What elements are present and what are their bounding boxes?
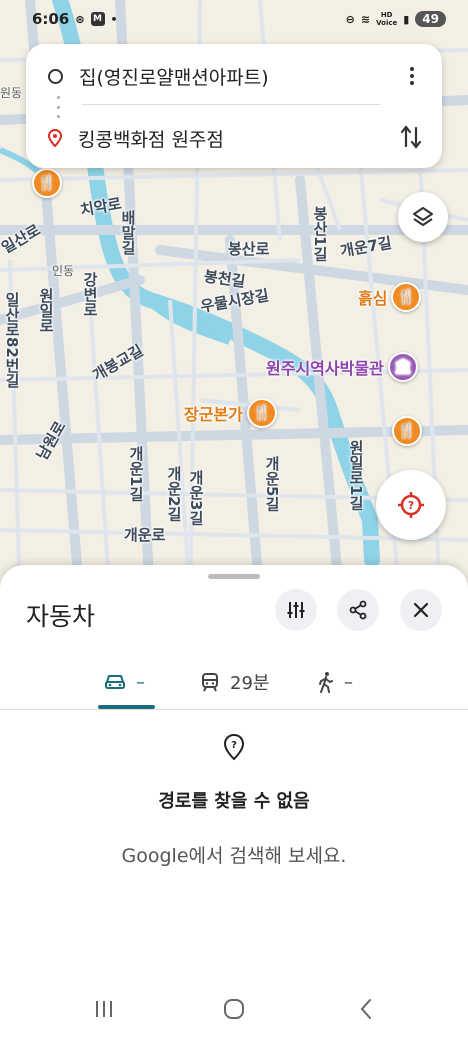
close-button[interactable] xyxy=(400,589,442,631)
area-label: 인동 xyxy=(52,264,75,278)
layers-icon xyxy=(413,207,433,226)
restaurant-icon: 🍴 xyxy=(391,282,422,312)
recent-apps-button[interactable] xyxy=(84,994,124,1024)
active-tab-indicator xyxy=(98,705,155,709)
tab-walk-time: – xyxy=(344,671,353,693)
tune-icon xyxy=(287,602,305,618)
my-location-icon: ? xyxy=(398,492,424,518)
road-label: 개운2길 xyxy=(165,466,183,522)
museum-icon: 🏛 xyxy=(387,352,418,382)
road-label: 봉산1길 xyxy=(311,206,329,262)
area-label: 원동 xyxy=(0,86,23,100)
travel-mode-tabs: – 29분 – xyxy=(0,655,468,710)
tab-transit[interactable]: 29분 xyxy=(200,655,269,709)
route-card: 집(영진로얄맨션아파트) 킹콩백화점 원주점 xyxy=(26,44,442,168)
battery-icon: 49 xyxy=(415,11,446,27)
hd-voice-icon: HD Voice xyxy=(376,11,397,27)
road-label: 개운3길 xyxy=(187,470,205,526)
road-label: 강변로 xyxy=(81,272,99,317)
share-button[interactable] xyxy=(337,589,379,631)
svg-text:?: ? xyxy=(408,499,414,512)
restaurant-marker[interactable]: 🍴 xyxy=(32,168,62,198)
route-options-button[interactable] xyxy=(275,589,317,631)
home-button[interactable] xyxy=(214,994,254,1024)
poi-label: 장군본가 xyxy=(184,405,243,424)
m-badge-icon: M xyxy=(90,12,105,26)
my-location-button[interactable]: ? xyxy=(376,470,446,540)
route-dots-icon xyxy=(56,96,60,118)
origin-circle-icon xyxy=(48,68,63,84)
no-route-subtitle: Google에서 검색해 보세요. xyxy=(121,845,347,867)
question-pin-icon: ? xyxy=(223,733,245,761)
poi-label: 흙심 xyxy=(358,289,388,308)
back-button[interactable] xyxy=(346,994,386,1024)
road-label: 원일로1길 xyxy=(347,440,365,511)
status-time: 6:06 xyxy=(32,10,70,28)
poi-museum[interactable]: 원주시역사박물관 🏛 xyxy=(266,352,418,382)
tab-drive[interactable]: – xyxy=(104,655,145,709)
layers-button[interactable] xyxy=(398,192,448,242)
tab-transit-time: 29분 xyxy=(230,673,270,694)
road-label: 일산로82번길 xyxy=(3,292,21,388)
restaurant-icon: 🍴 xyxy=(392,416,422,446)
origin-field[interactable]: 집(영진로얄맨션아파트) xyxy=(48,58,388,94)
road-label: 개운로 xyxy=(124,526,166,544)
divider xyxy=(82,104,380,105)
train-icon xyxy=(202,673,218,692)
svg-text:?: ? xyxy=(231,740,237,751)
tab-walk[interactable]: – xyxy=(318,655,353,709)
walk-icon xyxy=(319,672,333,693)
restaurant-icon: 🍴 xyxy=(32,168,62,198)
back-icon xyxy=(360,999,371,1019)
no-route-title: 경로를 찾을 수 없음 xyxy=(158,791,310,812)
swap-icon xyxy=(400,125,422,149)
sheet-drag-handle[interactable] xyxy=(208,574,260,579)
do-not-disturb-icon: ⊖ xyxy=(345,12,355,26)
road-label: 개운5길 xyxy=(263,456,281,512)
more-options-button[interactable] xyxy=(400,62,424,90)
share-icon xyxy=(349,600,367,620)
restaurant-marker[interactable]: 🍴 xyxy=(392,416,422,446)
poi-label: 원주시역사박물관 xyxy=(266,359,384,378)
notification-icon: ⊛ xyxy=(75,12,85,26)
road-label: 배말길 xyxy=(119,210,137,255)
directions-sheet: 자동차 – 29분 – ? 경로를 찾을 수 없음 Google에서 검색해 보… xyxy=(0,565,468,1040)
home-icon xyxy=(224,999,244,1019)
origin-text: 집(영진로얄맨션아파트) xyxy=(79,66,269,89)
road-label: 봉산로 xyxy=(228,240,270,258)
road-label: 원일로 xyxy=(37,288,55,333)
status-bar: 6:06 ⊛ M • ⊖ ≋ HD Voice ▮ 49 xyxy=(0,0,468,38)
poi-janggunbonga[interactable]: 장군본가 🍴 xyxy=(184,398,277,428)
car-icon xyxy=(105,675,125,689)
dot-icon: • xyxy=(110,12,118,26)
sheet-title: 자동차 xyxy=(26,602,96,631)
destination-pin-icon xyxy=(48,129,62,147)
poi-heuksim[interactable]: 흙심 🍴 xyxy=(358,282,422,312)
road-label: 개운1길 xyxy=(127,446,145,502)
swap-route-button[interactable] xyxy=(394,120,428,154)
restaurant-icon: 🍴 xyxy=(246,398,277,428)
voice-label: Voice xyxy=(376,19,398,27)
wifi-icon: ≋ xyxy=(360,12,371,26)
signal-icon: ▮ xyxy=(403,12,410,26)
recents-icon xyxy=(96,1001,112,1017)
system-nav-bar xyxy=(0,980,468,1040)
destination-text: 킹콩백화점 원주점 xyxy=(78,128,224,151)
tab-drive-time: – xyxy=(136,671,145,693)
hd-label: HD xyxy=(380,11,393,19)
close-icon xyxy=(413,602,429,618)
destination-field[interactable]: 킹콩백화점 원주점 xyxy=(48,120,388,156)
